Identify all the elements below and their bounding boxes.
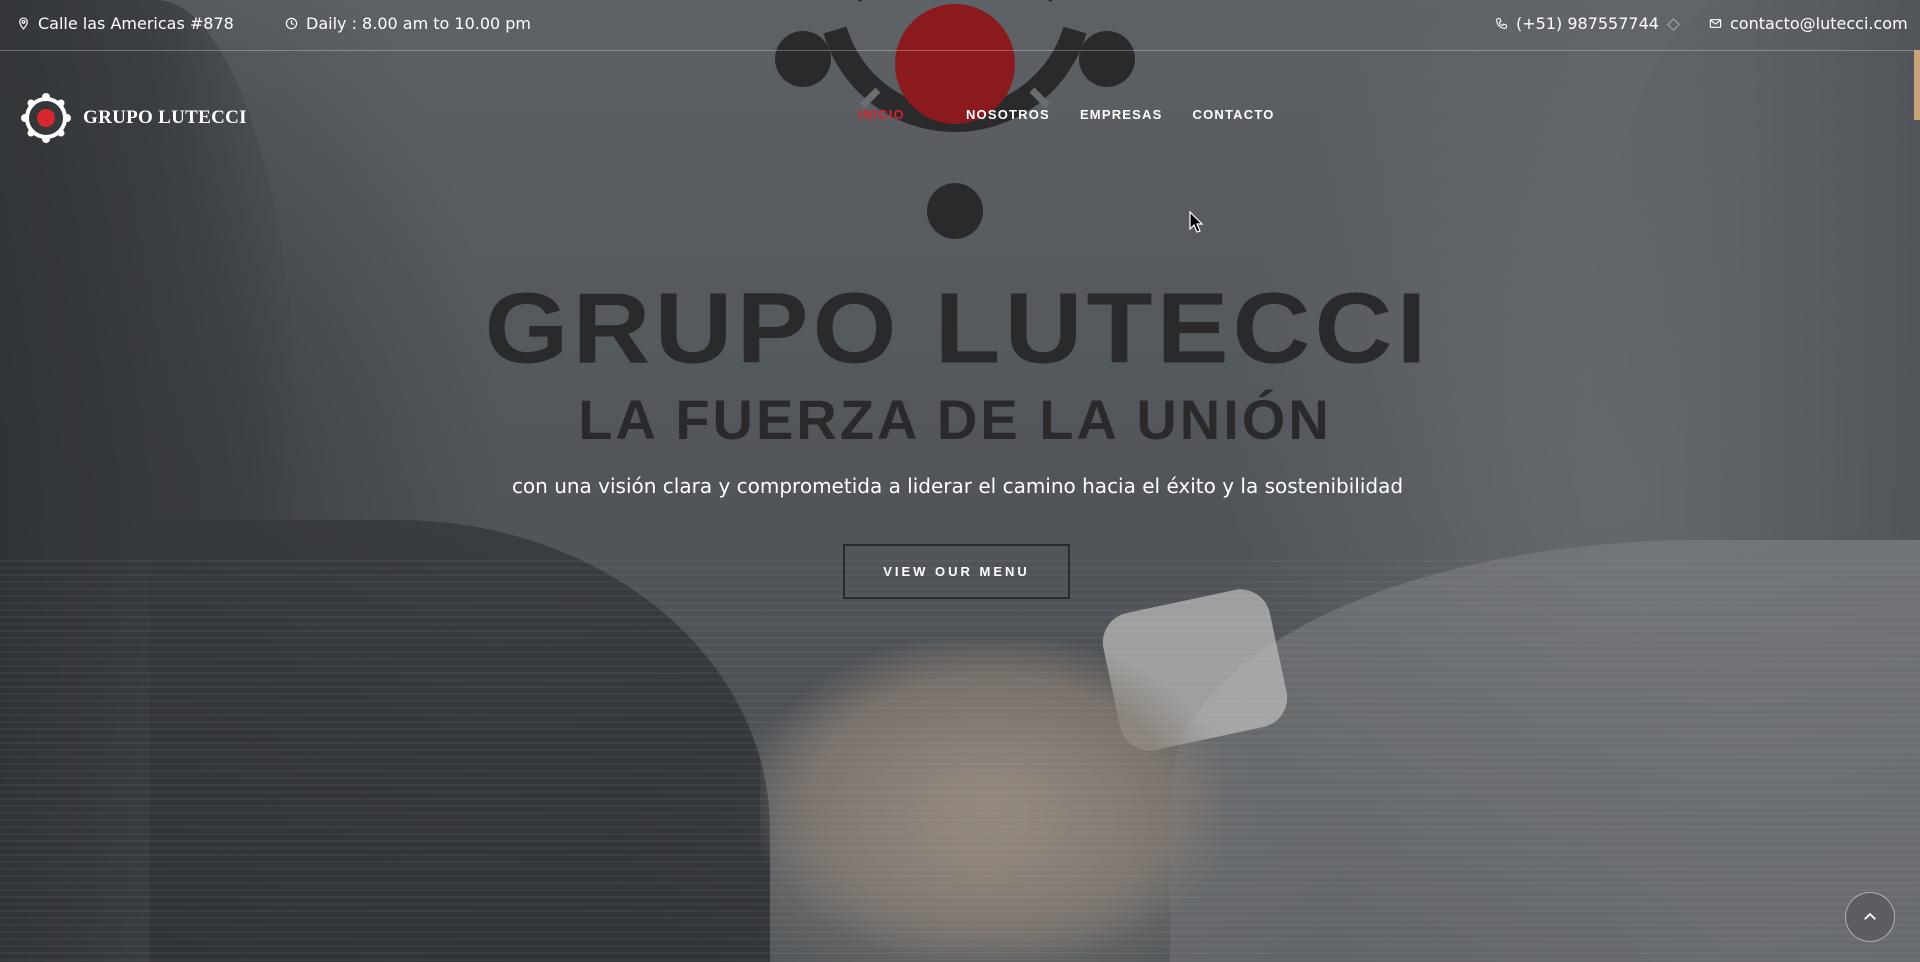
scroll-to-top-button[interactable] [1845, 892, 1895, 942]
email-info[interactable]: contacto@lutecci.com [1709, 14, 1908, 33]
nav-item-contacto[interactable]: CONTACTO [1193, 107, 1275, 122]
email-text[interactable]: contacto@lutecci.com [1730, 14, 1908, 33]
chevron-up-icon [1864, 912, 1876, 920]
mouse-cursor-icon [1189, 211, 1204, 233]
logo-text[interactable]: GRUPO LUTECCI [83, 107, 247, 129]
address-info: Calle las Americas #878 [17, 14, 234, 33]
site-logo[interactable]: GRUPO LUTECCI [19, 91, 247, 145]
phone-icon [1496, 18, 1507, 29]
main-nav: INICIO NOSOTROS EMPRESAS CONTACTO [858, 107, 1275, 122]
clock-icon [285, 17, 298, 30]
separator-diamond [1667, 18, 1680, 31]
scroll-progress-accent [1914, 50, 1920, 120]
hero-tagline: con una visión clara y comprometida a li… [511, 474, 1404, 498]
phone-text[interactable]: (+51) 987557744 [1516, 14, 1659, 33]
top-info-bar: Calle las Americas #878 Daily : 8.00 am … [0, 0, 1920, 51]
nav-item-empresas[interactable]: EMPRESAS [1080, 107, 1163, 122]
phone-info[interactable]: (+51) 987557744 [1495, 14, 1659, 33]
map-pin-icon [19, 17, 28, 30]
address-text: Calle las Americas #878 [38, 14, 234, 33]
nav-item-inicio[interactable]: INICIO [858, 107, 905, 122]
hours-info: Daily : 8.00 am to 10.00 pm [285, 14, 531, 33]
mail-icon [1709, 19, 1722, 28]
nav-item-nosotros[interactable]: NOSOTROS [966, 107, 1050, 122]
hero-subtitle: LA FUERZA DE LA UNIÓN [578, 388, 1332, 451]
hero-title: GRUPO LUTECCI [484, 271, 1431, 384]
view-menu-button[interactable]: VIEW OUR MENU [843, 544, 1070, 599]
logo-emblem-icon [21, 93, 71, 143]
hours-text: Daily : 8.00 am to 10.00 pm [306, 14, 532, 33]
